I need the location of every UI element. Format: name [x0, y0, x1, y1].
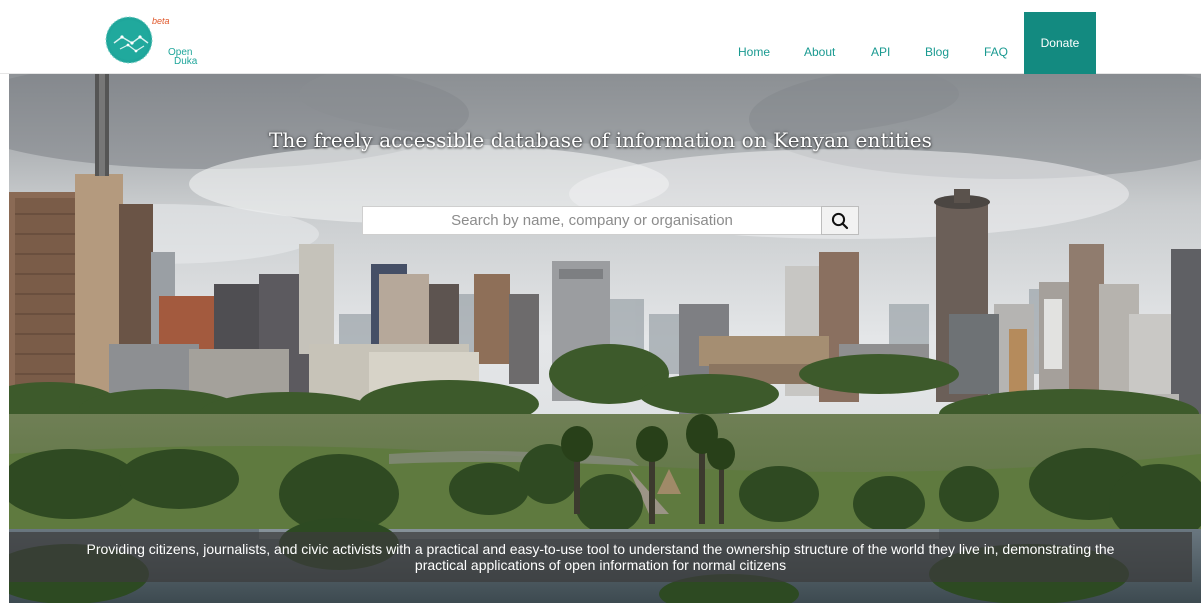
- beta-badge: beta: [152, 16, 170, 26]
- search-bar: [362, 206, 859, 235]
- nairobi-skyline-image: [9, 74, 1201, 603]
- donate-label: Donate: [1040, 36, 1080, 50]
- nav-blog-link[interactable]: Blog: [925, 45, 949, 59]
- nav-api-link[interactable]: API: [871, 45, 890, 59]
- nav-home-link[interactable]: Home: [738, 45, 770, 59]
- nav-about-link[interactable]: About: [804, 45, 835, 59]
- hero-banner: [9, 74, 1201, 603]
- hero-caption: Providing citizens, journalists, and civ…: [9, 532, 1192, 582]
- search-icon: [831, 212, 849, 229]
- donate-button[interactable]: Donate: [1024, 12, 1096, 74]
- search-button[interactable]: [821, 206, 859, 235]
- search-input[interactable]: [362, 206, 821, 235]
- nav-faq-link[interactable]: FAQ: [984, 45, 1008, 59]
- hero-tagline: The freely accessible database of inform…: [268, 128, 933, 152]
- site-header: beta Open Duka Home About API Blog FAQ D…: [0, 0, 1201, 74]
- logo-text-duka: Duka: [174, 56, 198, 67]
- open-duka-logo[interactable]: beta Open Duka: [104, 13, 199, 67]
